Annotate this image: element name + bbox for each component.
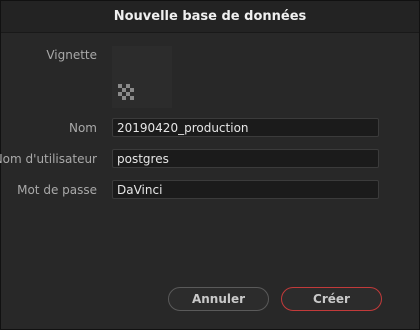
- password-label: Mot de passe: [17, 183, 97, 197]
- cancel-button-label: Annuler: [191, 292, 246, 306]
- name-label: Nom: [68, 121, 97, 135]
- thumbnail-label: Vignette: [46, 48, 97, 62]
- title-bar: Nouvelle base de données: [1, 1, 419, 33]
- username-field[interactable]: [112, 149, 379, 168]
- checkerboard-icon: [118, 84, 134, 100]
- create-button[interactable]: Créer: [281, 287, 382, 311]
- create-button-label: Créer: [313, 292, 350, 306]
- username-label: Nom d'utilisateur: [0, 152, 97, 166]
- password-field[interactable]: [112, 180, 379, 199]
- cancel-button[interactable]: Annuler: [168, 287, 269, 311]
- dialog-title: Nouvelle base de données: [113, 9, 307, 24]
- thumbnail-picker[interactable]: [112, 46, 172, 108]
- name-field[interactable]: [112, 118, 379, 137]
- new-database-dialog: Nouvelle base de données Vignette Nom No…: [0, 0, 420, 330]
